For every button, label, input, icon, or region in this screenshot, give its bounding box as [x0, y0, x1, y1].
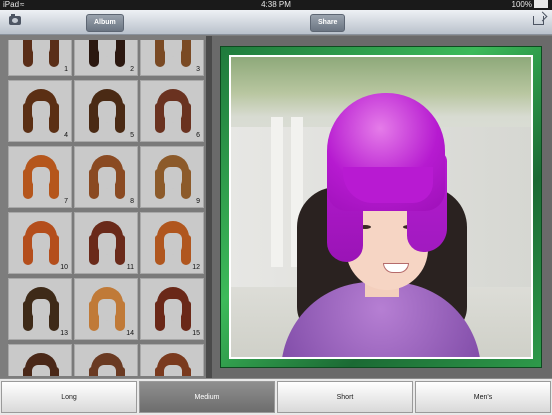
- battery-label: 100%: [511, 0, 532, 9]
- preview-photo[interactable]: [231, 57, 531, 357]
- hairstyle-icon: [89, 155, 125, 199]
- status-bar: iPad ≈ 4:38 PM 100%: [0, 0, 552, 10]
- hairstyle-number: 13: [60, 330, 68, 337]
- album-button[interactable]: Album: [86, 14, 124, 32]
- hairstyle-thumbnail[interactable]: 1: [8, 40, 72, 76]
- hairstyle-number: 2: [130, 66, 134, 73]
- hairstyle-grid[interactable]: 123456789101112131415161718: [8, 40, 206, 376]
- hairstyle-icon: [155, 155, 191, 199]
- tab-mens[interactable]: Men's: [415, 381, 551, 413]
- battery-icon: [534, 0, 548, 8]
- battery-indicator: 100%: [512, 0, 548, 10]
- camera-icon[interactable]: [9, 14, 21, 25]
- wig-bangs: [343, 167, 433, 203]
- hairstyle-icon: [155, 40, 191, 67]
- tab-long[interactable]: Long: [1, 381, 137, 413]
- tab-short[interactable]: Short: [277, 381, 413, 413]
- hairstyle-icon: [89, 287, 125, 331]
- hairstyle-icon: [23, 155, 59, 199]
- hairstyle-number: 3: [196, 66, 200, 73]
- hairstyle-icon: [23, 89, 59, 133]
- hairstyle-number: 11: [126, 264, 134, 271]
- category-tabbar: Long Medium Short Men's: [0, 378, 552, 415]
- hairstyle-icon: [23, 287, 59, 331]
- hairstyle-thumbnail[interactable]: 17: [74, 344, 138, 376]
- hairstyle-number: 8: [130, 198, 134, 205]
- hairstyle-number: 7: [64, 198, 68, 205]
- hairstyle-icon: [89, 221, 125, 265]
- hairstyle-icon: [89, 89, 125, 133]
- hairstyle-thumbnail[interactable]: 11: [74, 212, 138, 274]
- top-toolbar: Album Share: [0, 10, 552, 35]
- hairstyle-thumbnail[interactable]: 8: [74, 146, 138, 208]
- hairstyle-thumbnail[interactable]: 5: [74, 80, 138, 142]
- hairstyle-thumbnail[interactable]: 7: [8, 146, 72, 208]
- hairstyle-number: 15: [192, 330, 200, 337]
- photo-frame: [220, 46, 542, 368]
- hairstyle-number: 12: [192, 264, 200, 271]
- hairstyle-number: 6: [196, 132, 200, 139]
- hairstyle-icon: [23, 221, 59, 265]
- hairstyle-thumbnail[interactable]: 15: [140, 278, 204, 340]
- hairstyle-number: 10: [60, 264, 68, 271]
- hairstyle-number: 4: [64, 132, 68, 139]
- photo-mat: [229, 55, 533, 359]
- hairstyle-icon: [89, 353, 125, 376]
- hairstyle-thumbnail[interactable]: 14: [74, 278, 138, 340]
- hairstyle-number: 5: [130, 132, 134, 139]
- hairstyle-thumbnail[interactable]: 10: [8, 212, 72, 274]
- hairstyle-icon: [23, 353, 59, 376]
- hairstyle-icon: [155, 221, 191, 265]
- hairstyle-thumbnail[interactable]: 4: [8, 80, 72, 142]
- hairstyle-icon: [23, 40, 59, 67]
- hairstyle-number: 9: [196, 198, 200, 205]
- hairstyle-thumbnail[interactable]: 12: [140, 212, 204, 274]
- hairstyle-number: 1: [64, 66, 68, 73]
- hairstyle-thumbnail[interactable]: 6: [140, 80, 204, 142]
- clock: 4:38 PM: [261, 0, 291, 9]
- hairstyle-thumbnail[interactable]: 9: [140, 146, 204, 208]
- hairstyle-icon: [155, 89, 191, 133]
- hairstyle-thumbnail[interactable]: 13: [8, 278, 72, 340]
- hairstyle-thumbnail[interactable]: 16: [8, 344, 72, 376]
- hairstyle-thumbnail[interactable]: 18: [140, 344, 204, 376]
- tab-medium[interactable]: Medium: [139, 381, 275, 413]
- hairstyle-icon: [155, 287, 191, 331]
- hairstyle-number: 14: [126, 330, 134, 337]
- hairstyle-icon: [89, 40, 125, 67]
- share-button[interactable]: Share: [310, 14, 346, 32]
- export-icon[interactable]: [533, 16, 544, 25]
- hairstyle-icon: [155, 353, 191, 376]
- hairstyle-thumbnail[interactable]: 2: [74, 40, 138, 76]
- hairstyle-thumbnail[interactable]: 3: [140, 40, 204, 76]
- background-post: [271, 117, 283, 267]
